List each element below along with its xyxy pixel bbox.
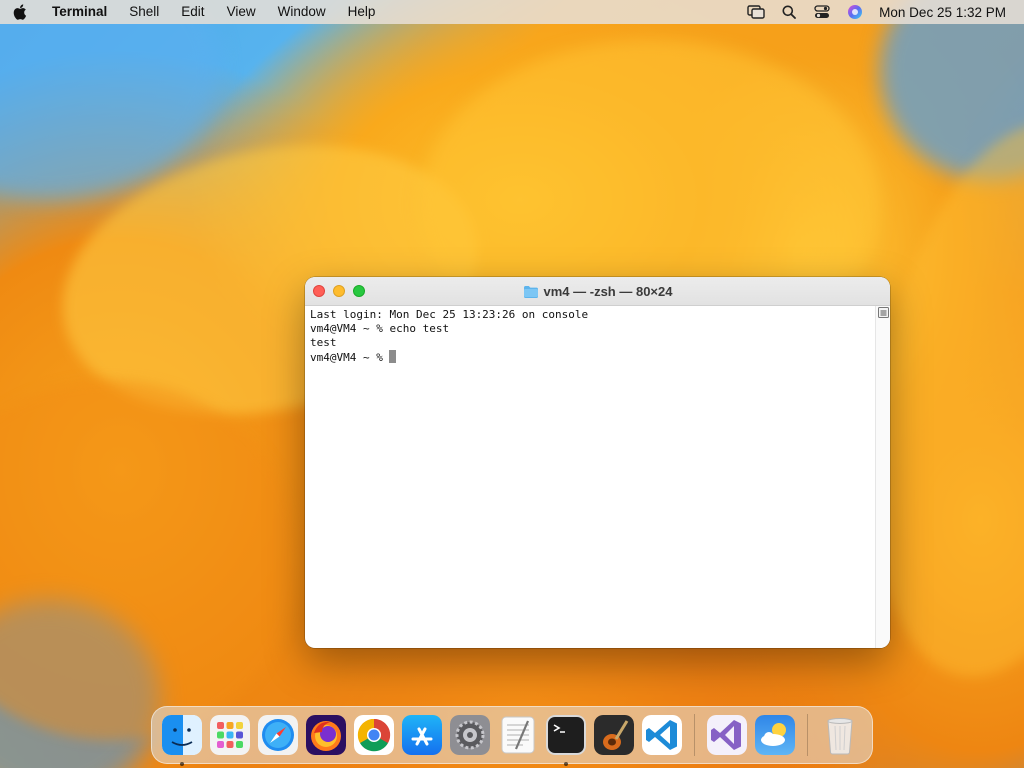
- menu-bar: Terminal Shell Edit View Window Help Mon…: [0, 0, 1024, 24]
- screen-mirroring-icon[interactable]: [739, 0, 772, 24]
- menu-clock[interactable]: Mon Dec 25 1:32 PM: [871, 5, 1006, 20]
- weather-icon: [755, 715, 795, 755]
- dock-safari[interactable]: [254, 711, 302, 759]
- dock-textedit[interactable]: [494, 711, 542, 759]
- dock-garageband[interactable]: [590, 711, 638, 759]
- terminal-icon: [546, 715, 586, 755]
- dock-separator: [694, 714, 695, 756]
- dock-separator: [807, 714, 808, 756]
- window-title: vm4 — -zsh — 80×24: [543, 283, 673, 299]
- terminal-line: Last login: Mon Dec 25 13:23:26 on conso…: [310, 308, 589, 321]
- dock-chrome[interactable]: [350, 711, 398, 759]
- dock: [151, 706, 873, 766]
- terminal-output[interactable]: Last login: Mon Dec 25 13:23:26 on conso…: [305, 306, 876, 648]
- dock-trash[interactable]: [816, 711, 864, 759]
- chrome-icon: [354, 715, 394, 755]
- launchpad-icon: [210, 715, 250, 755]
- dock-visual-studio[interactable]: [703, 711, 751, 759]
- textedit-icon: [501, 716, 535, 754]
- menu-shell[interactable]: Shell: [118, 0, 170, 24]
- control-center-icon[interactable]: [805, 0, 838, 24]
- menu-edit[interactable]: Edit: [170, 0, 215, 24]
- dock-launchpad[interactable]: [206, 711, 254, 759]
- apple-menu-icon[interactable]: [0, 4, 40, 20]
- menu-window[interactable]: Window: [267, 0, 337, 24]
- safari-icon: [258, 715, 298, 755]
- firefox-icon: [306, 715, 346, 755]
- dock-weather[interactable]: [751, 711, 799, 759]
- split-pane-icon: [878, 307, 889, 318]
- dock-vscode[interactable]: [638, 711, 686, 759]
- system-settings-icon: [450, 715, 490, 755]
- garageband-icon: [594, 715, 634, 755]
- terminal-line: test: [310, 336, 337, 349]
- terminal-cursor: [389, 350, 397, 363]
- trash-icon: [827, 718, 853, 755]
- terminal-line: vm4@VM4 ~ % echo test: [310, 322, 450, 335]
- finder-icon: [162, 715, 202, 755]
- folder-icon: [523, 285, 539, 298]
- zoom-window-button[interactable]: [353, 285, 365, 297]
- menu-app-name[interactable]: Terminal: [40, 0, 118, 24]
- siri-icon[interactable]: [838, 0, 871, 24]
- terminal-window: vm4 — -zsh — 80×24 Last login: Mon Dec 2…: [305, 277, 890, 648]
- dock-app-store[interactable]: [398, 711, 446, 759]
- dock-terminal[interactable]: [542, 711, 590, 766]
- terminal-prompt-line: vm4@VM4 ~ %: [310, 350, 871, 364]
- terminal-scrollbar[interactable]: [875, 306, 890, 648]
- vscode-icon: [642, 715, 682, 755]
- dock-system-settings[interactable]: [446, 711, 494, 759]
- app-store-icon: [402, 715, 442, 755]
- spotlight-search-icon[interactable]: [772, 0, 805, 24]
- terminal-prompt: vm4@VM4 ~ %: [310, 351, 390, 364]
- menu-help[interactable]: Help: [337, 0, 387, 24]
- close-window-button[interactable]: [313, 285, 325, 297]
- dock-finder[interactable]: [158, 711, 206, 766]
- minimize-window-button[interactable]: [333, 285, 345, 297]
- window-titlebar[interactable]: vm4 — -zsh — 80×24: [305, 277, 890, 306]
- dock-firefox[interactable]: [302, 711, 350, 759]
- visual-studio-icon: [707, 715, 747, 755]
- menu-view[interactable]: View: [216, 0, 267, 24]
